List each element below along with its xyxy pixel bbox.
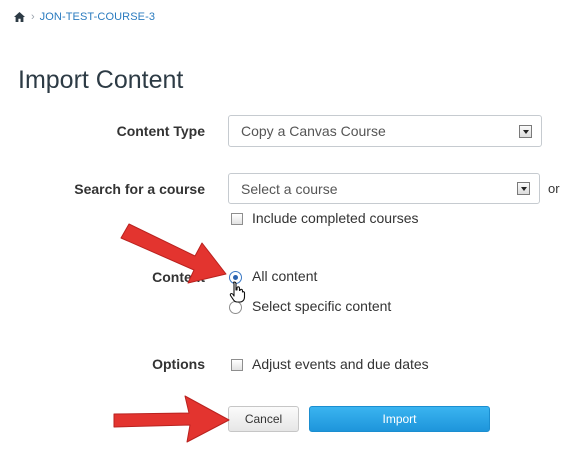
chevron-right-icon: › [31, 11, 35, 23]
import-button[interactable]: Import [309, 406, 490, 432]
or-text: or [548, 181, 560, 196]
all-content-label[interactable]: All content [252, 268, 317, 284]
options-label: Options [152, 356, 205, 372]
breadcrumb-course-link[interactable]: JON-TEST-COURSE-3 [40, 11, 155, 23]
course-search-placeholder: Select a course [241, 180, 338, 197]
cancel-button[interactable]: Cancel [228, 406, 299, 432]
all-content-radio[interactable] [229, 271, 242, 284]
home-icon[interactable] [14, 12, 25, 22]
red-arrow-icon [113, 395, 230, 443]
content-label: Content [152, 269, 205, 285]
include-completed-label[interactable]: Include completed courses [252, 210, 419, 226]
adjust-dates-label[interactable]: Adjust events and due dates [252, 356, 429, 372]
course-search-select[interactable]: Select a course [228, 173, 540, 204]
search-course-label: Search for a course [74, 181, 205, 197]
page-title: Import Content [18, 66, 184, 94]
specific-content-label[interactable]: Select specific content [252, 298, 391, 314]
adjust-dates-checkbox[interactable] [231, 359, 243, 371]
dropdown-arrow-icon[interactable] [519, 125, 532, 138]
dropdown-arrow-icon[interactable] [517, 182, 530, 195]
content-type-select[interactable]: Copy a Canvas Course [228, 115, 542, 147]
content-type-selected-value: Copy a Canvas Course [241, 123, 386, 139]
specific-content-radio[interactable] [229, 301, 242, 314]
breadcrumb: › JON-TEST-COURSE-3 [14, 8, 155, 26]
include-completed-checkbox[interactable] [231, 213, 243, 225]
hand-cursor-icon [229, 281, 246, 303]
content-type-label: Content Type [116, 123, 205, 139]
